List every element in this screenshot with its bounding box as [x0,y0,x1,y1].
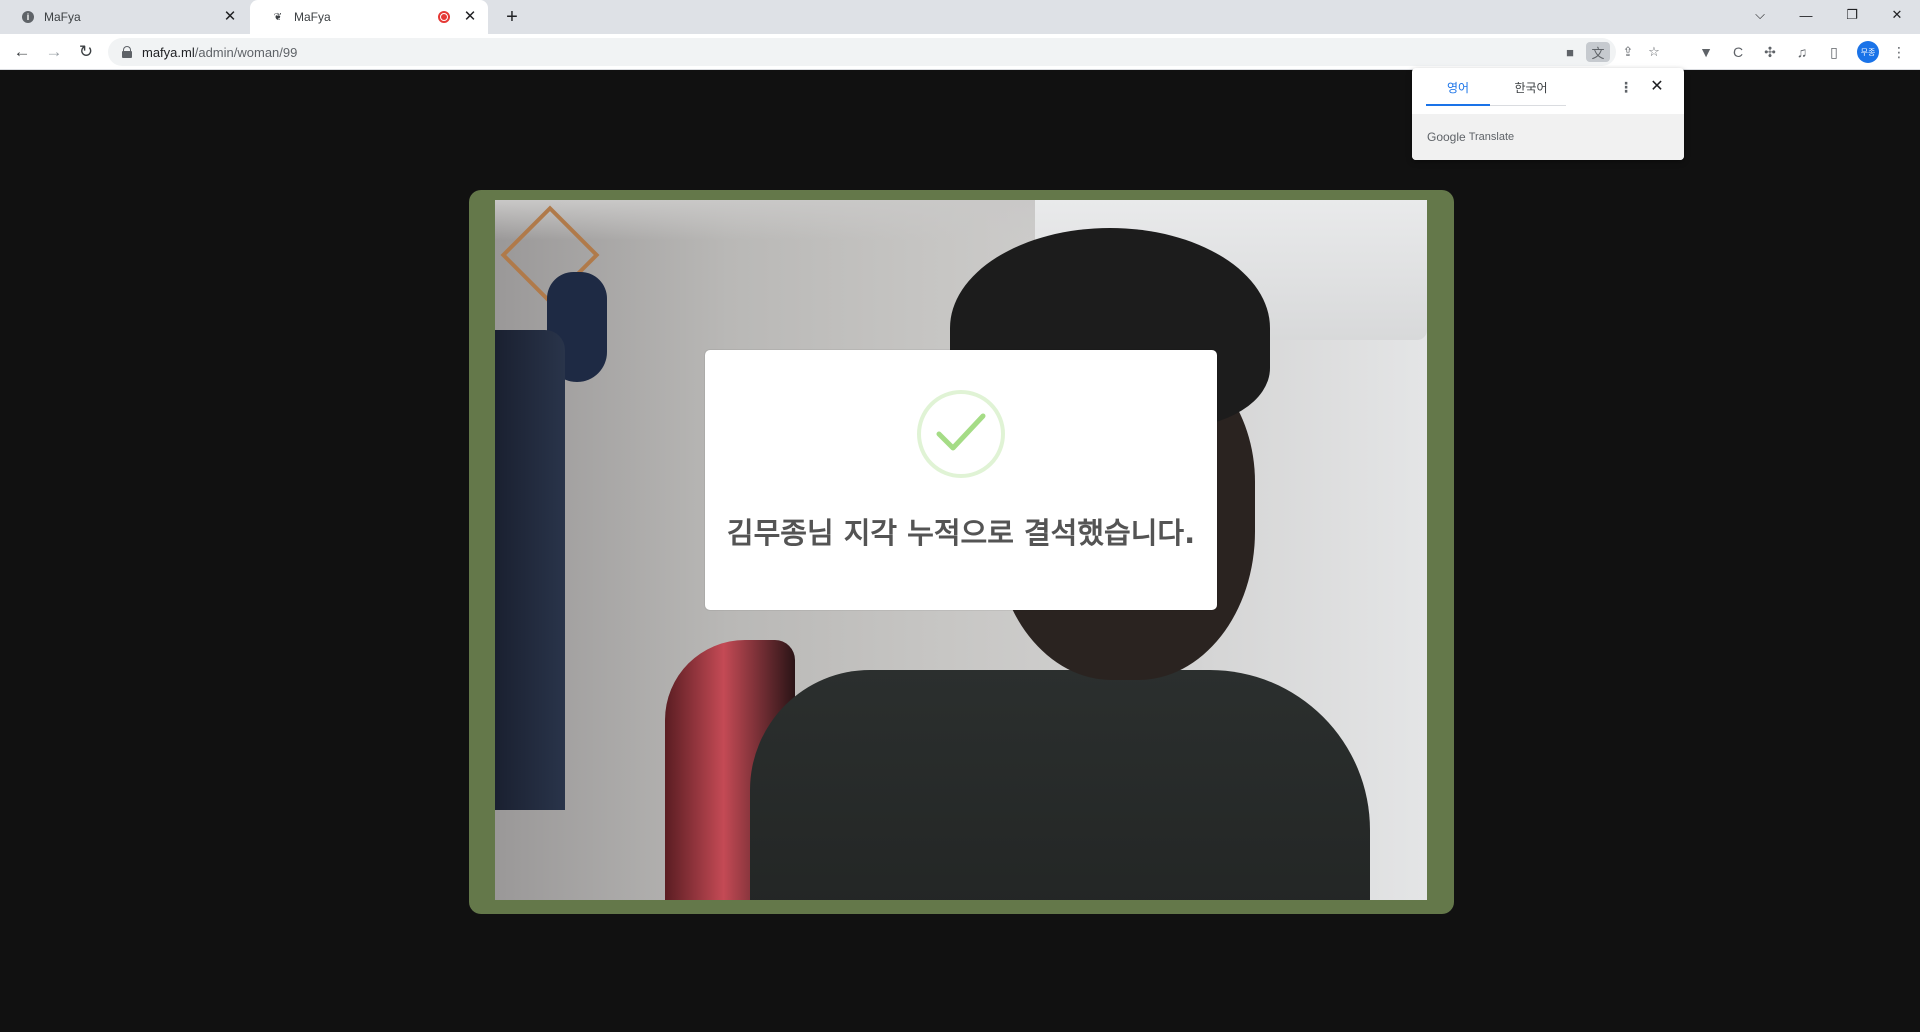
tab-target-language[interactable]: 한국어 [1496,68,1566,106]
alert-modal: 김무종님 지각 누적으로 결석했습니다. [705,350,1217,610]
bookmark-star-icon[interactable]: ☆ [1642,42,1666,62]
reload-icon: ↻ [78,42,94,61]
more-options-icon[interactable]: ⋮ [1617,78,1635,96]
address-bar[interactable]: mafya.ml/admin/woman/99 ■ 文 ⇪ ☆ [108,38,1660,66]
translate-label: Translate [1468,131,1515,143]
google-logo: Google [1427,130,1466,144]
recording-icon [438,11,450,23]
close-icon[interactable]: ✕ [1648,78,1666,96]
extension-c-icon[interactable]: C [1727,42,1749,62]
forward-button[interactable]: → [40,38,68,66]
back-button[interactable]: ← [8,38,36,66]
tab-title: MaFya [44,10,81,24]
arrow-right-icon: → [45,42,63,61]
checkmark-icon [936,413,986,451]
url-host: mafya.ml [142,44,195,60]
url-path: /admin/woman/99 [194,44,298,60]
close-icon[interactable]: ✕ [222,9,238,25]
tab-source-language[interactable]: 영어 [1426,68,1490,106]
info-icon: i [22,11,34,23]
tab-mafya-1[interactable]: i MaFya ✕ [0,0,248,34]
extensions-puzzle-icon[interactable]: ✣ [1759,42,1781,62]
tab-title: MaFya [294,10,331,24]
close-icon[interactable]: ✕ [462,9,478,25]
video-coat [495,330,565,810]
camera-icon[interactable]: ■ [1558,42,1582,62]
close-window-button[interactable]: ✕ [1874,0,1920,30]
menu-kebab-icon[interactable]: ⋮ [1888,42,1910,62]
close-icon: ✕ [1891,7,1903,22]
tab-mafya-2[interactable]: ❦ MaFya ✕ [250,0,488,34]
selected-tab-indicator [1426,104,1490,106]
chevron-down-icon: ⌵ [1755,7,1765,22]
media-control-icon[interactable]: ♫ [1791,42,1813,62]
translate-footer: Google Translate [1412,114,1684,160]
profile-avatar[interactable]: 무종 [1857,41,1879,63]
new-tab-button[interactable]: + [500,5,524,29]
mafya-logo-icon: ❦ [273,11,283,23]
tab-search-button[interactable]: ⌵ [1737,0,1783,30]
arrow-left-icon: ← [13,42,31,61]
translate-icon[interactable]: 文 [1586,42,1610,62]
success-check-icon [917,390,1005,478]
video-person-body [750,670,1370,900]
minimize-icon: — [1799,7,1813,23]
share-icon[interactable]: ⇪ [1616,42,1640,62]
minimize-button[interactable]: — [1783,0,1829,30]
reload-button[interactable]: ↻ [72,38,100,66]
side-panel-icon[interactable]: ▯ [1823,42,1845,62]
restore-icon: ❐ [1846,7,1858,22]
lock-icon [122,46,132,58]
extension-v-icon[interactable]: ▼ [1695,42,1717,62]
modal-message: 김무종님 지각 누적으로 결석했습니다. [726,516,1196,550]
translate-popup: 영어 한국어 ⋮ ✕ Google Translate [1412,68,1684,160]
tab-strip: i MaFya ✕ ❦ MaFya ✕ + ⌵ — ❐ ✕ [0,0,1920,34]
restore-button[interactable]: ❐ [1829,0,1875,30]
browser-toolbar: ← → ↻ mafya.ml/admin/woman/99 ■ 文 ⇪ ☆ ▼ … [0,34,1920,70]
